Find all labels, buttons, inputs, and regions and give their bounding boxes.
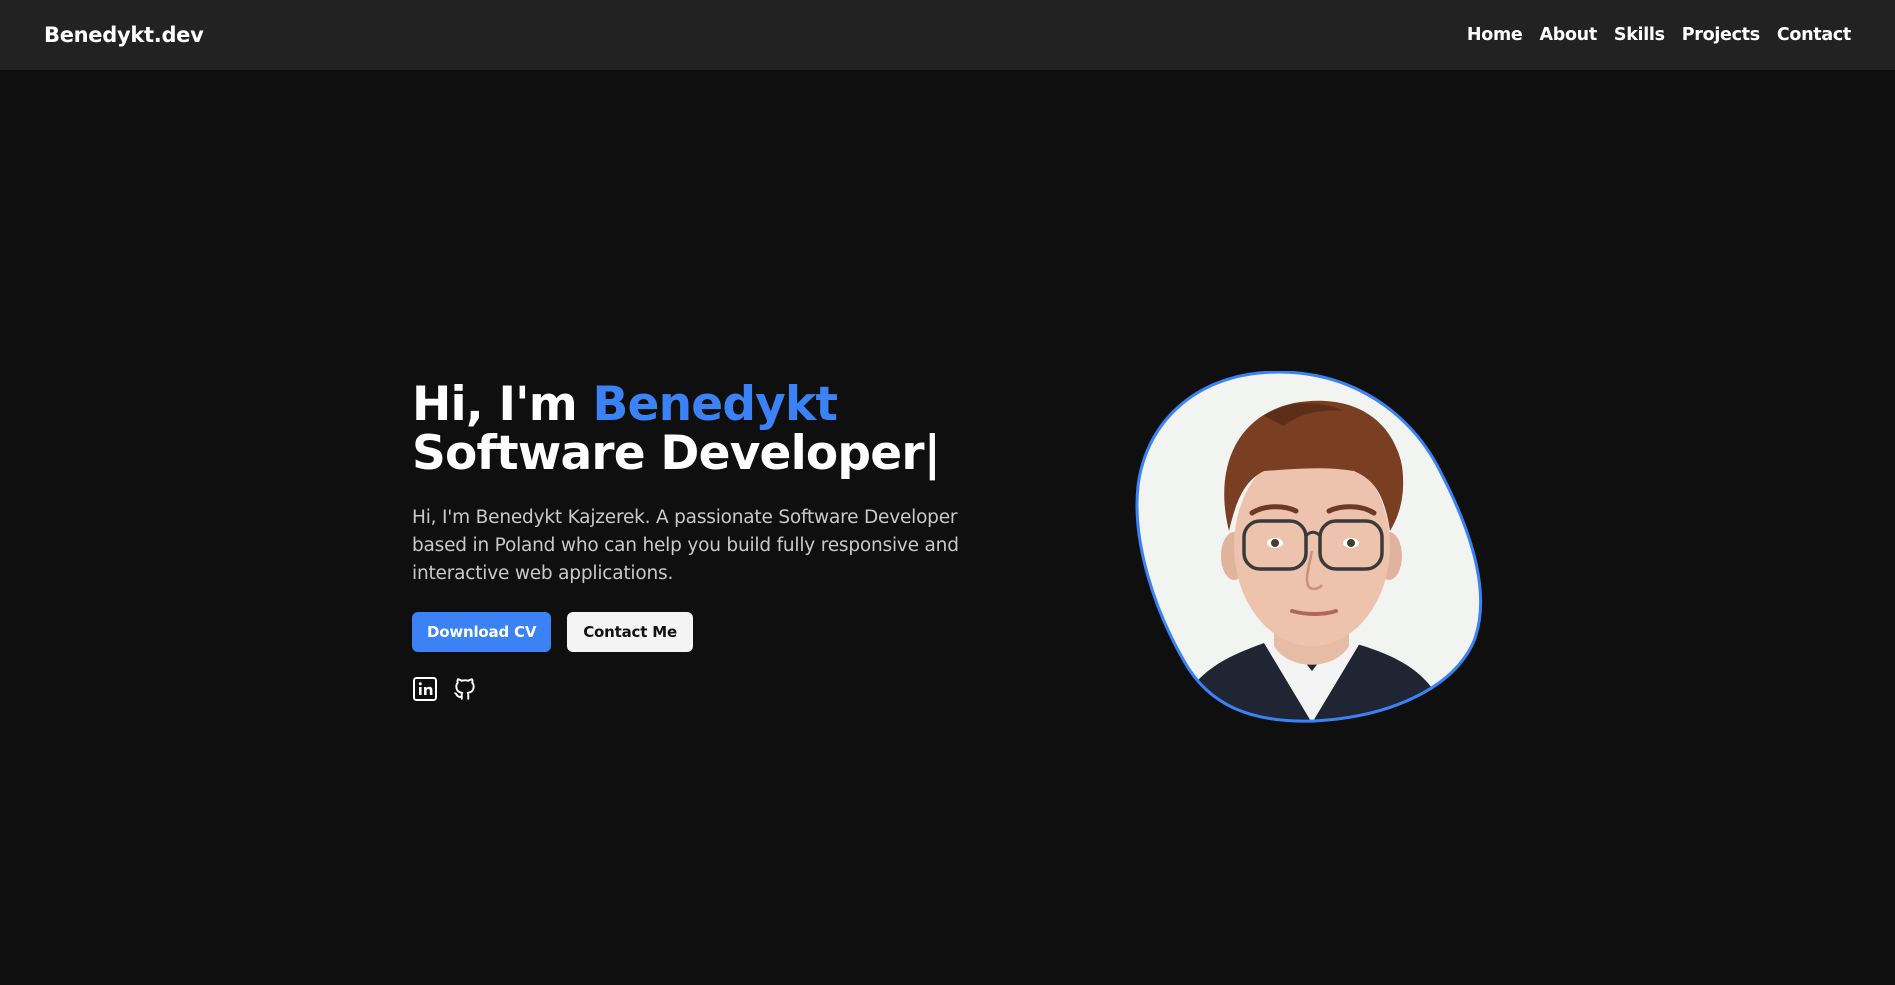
- hero-name: Benedykt: [592, 377, 838, 432]
- hero-section: Hi, I'm Benedykt Software Developer| Hi,…: [412, 380, 1032, 702]
- nav-links: Home About Skills Projects Contact: [1467, 25, 1851, 45]
- download-cv-button[interactable]: Download CV: [412, 612, 552, 652]
- contact-me-button[interactable]: Contact Me: [567, 612, 693, 652]
- nav-link-skills[interactable]: Skills: [1614, 25, 1665, 45]
- social-links: [412, 676, 1032, 702]
- nav-link-projects[interactable]: Projects: [1682, 25, 1760, 45]
- hero-intro: Hi, I'm Benedykt Kajzerek. A passionate …: [412, 507, 959, 584]
- hero-buttons: Download CV Contact Me: [412, 612, 1032, 652]
- typing-cursor: |: [923, 426, 941, 481]
- nav-link-about[interactable]: About: [1539, 25, 1597, 45]
- nav-link-contact[interactable]: Contact: [1777, 25, 1851, 45]
- linkedin-icon[interactable]: [412, 676, 438, 702]
- hero-role: Software Developer: [412, 426, 925, 481]
- github-icon[interactable]: [452, 676, 478, 702]
- navbar: Benedykt.dev Home About Skills Projects …: [0, 0, 1895, 70]
- site-logo[interactable]: Benedykt.dev: [44, 23, 204, 47]
- greeting-text: Hi, I'm: [412, 377, 593, 432]
- nav-link-home[interactable]: Home: [1467, 25, 1523, 45]
- hero-heading: Hi, I'm Benedykt Software Developer|: [412, 380, 1032, 478]
- profile-photo: [1134, 370, 1486, 723]
